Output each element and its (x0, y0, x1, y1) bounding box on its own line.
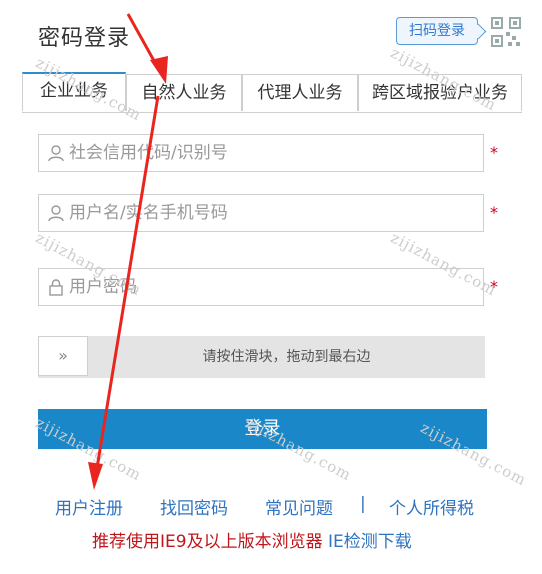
slider-handle[interactable]: » (38, 336, 88, 376)
faq-link[interactable]: 常见问题 (265, 494, 333, 519)
credit-code-input[interactable] (69, 135, 469, 171)
required-mark: * (490, 277, 498, 296)
tab-enterprise[interactable]: 企业业务 (22, 72, 126, 111)
login-button[interactable]: 登录 (38, 409, 487, 449)
username-input[interactable] (69, 195, 469, 231)
password-input[interactable] (69, 269, 469, 305)
annotation-arrowhead (88, 462, 103, 490)
username-field (38, 194, 484, 232)
browser-notice: 推荐使用IE9及以上版本浏览器 IE检测下载 (92, 527, 412, 552)
forgot-password-link[interactable]: 找回密码 (160, 494, 228, 519)
business-tabs: 企业业务 自然人业务 代理人业务 跨区域报验户业务 (22, 72, 522, 113)
browser-notice-text: 推荐使用IE9及以上版本浏览器 (92, 532, 323, 552)
slider-captcha: » 请按住滑块，拖动到最右边 (38, 336, 485, 378)
page-title: 密码登录 (38, 26, 131, 51)
link-separator: | (360, 494, 366, 514)
personal-tax-link[interactable]: 个人所得税 (389, 494, 474, 519)
tab-agent[interactable]: 代理人业务 (242, 74, 358, 111)
user-icon (48, 145, 64, 162)
password-field (38, 268, 484, 306)
annotation-arrow-line (126, 13, 160, 69)
slider-hint: 请按住滑块，拖动到最右边 (202, 349, 371, 365)
required-mark: * (490, 203, 498, 222)
user-icon (48, 205, 64, 222)
ie-check-link[interactable]: IE检测下载 (328, 532, 412, 552)
required-mark: * (490, 143, 498, 162)
tab-individual[interactable]: 自然人业务 (126, 74, 242, 111)
credit-code-field (38, 134, 484, 172)
qr-code-icon[interactable] (490, 16, 522, 48)
tab-cross-region[interactable]: 跨区域报验户业务 (358, 74, 522, 111)
register-link[interactable]: 用户注册 (55, 494, 123, 519)
scan-login-button[interactable]: 扫码登录 (396, 17, 478, 45)
lock-icon (49, 279, 63, 296)
